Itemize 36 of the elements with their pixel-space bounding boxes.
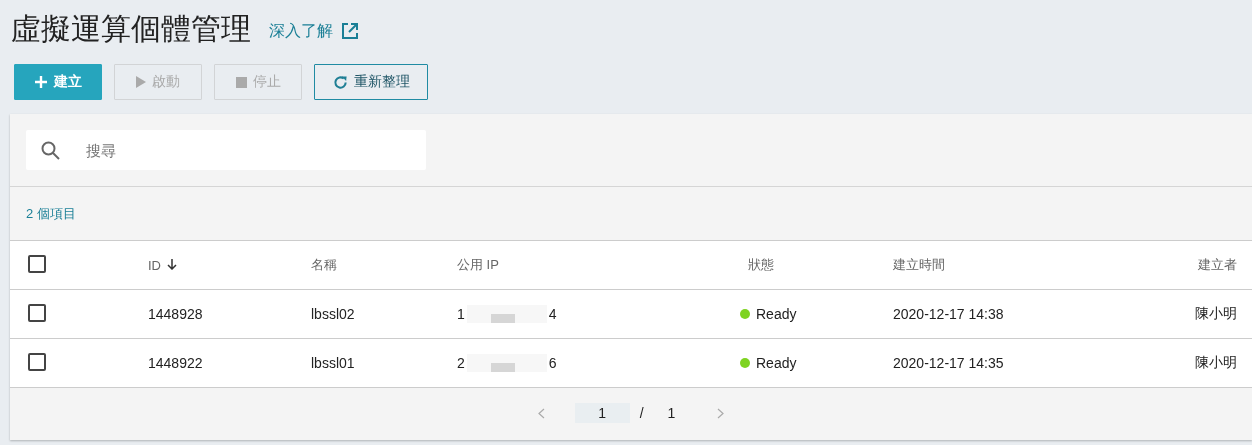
table-cell: lbssl01 (311, 355, 355, 371)
plus-icon (34, 75, 48, 89)
page-separator: / (639, 405, 644, 421)
table-cell: 2020-12-17 14:35 (893, 355, 1004, 371)
column-header[interactable]: 建立時間 (893, 257, 945, 272)
checkbox[interactable] (28, 352, 46, 371)
page-total: 1 (667, 405, 676, 421)
table-cell: 陳小明 (1195, 305, 1237, 321)
toolbar-button[interactable]: 重新整理 (314, 64, 428, 100)
status-label: Ready (756, 306, 797, 322)
table-cell: 2 (457, 355, 465, 371)
stop-icon (235, 76, 247, 88)
column-header[interactable]: 名稱 (311, 257, 337, 272)
table-cell: lbssl02 (311, 306, 355, 322)
column-header[interactable]: 公用 IP (457, 257, 499, 272)
table-cell: 1 (457, 306, 465, 322)
play-icon (136, 76, 146, 88)
page-title: 虛擬運算個體管理 (11, 10, 251, 47)
column-header[interactable]: 建立者 (1198, 257, 1237, 272)
checkbox[interactable] (28, 254, 46, 273)
table-cell: 1448922 (148, 355, 203, 371)
column-header[interactable]: 狀態 (748, 257, 774, 272)
table-cell: 2020-12-17 14:38 (893, 306, 1004, 322)
item-count: 2 個項目 (26, 204, 76, 223)
search-field[interactable]: 搜尋 (26, 130, 426, 170)
table-cell: 6 (548, 355, 557, 371)
checkbox[interactable] (28, 303, 46, 322)
external-link-icon (341, 22, 359, 40)
table-cell: 陳小明 (1195, 354, 1237, 370)
table-cell: 4 (548, 306, 557, 322)
table-cell: 1448928 (148, 306, 203, 322)
refresh-icon (332, 74, 348, 90)
status-label: Ready (756, 355, 797, 371)
column-header[interactable]: ID (148, 257, 161, 273)
learn-more-link[interactable]: 深入了解 (269, 20, 359, 42)
page-input[interactable]: 1 (574, 403, 630, 423)
